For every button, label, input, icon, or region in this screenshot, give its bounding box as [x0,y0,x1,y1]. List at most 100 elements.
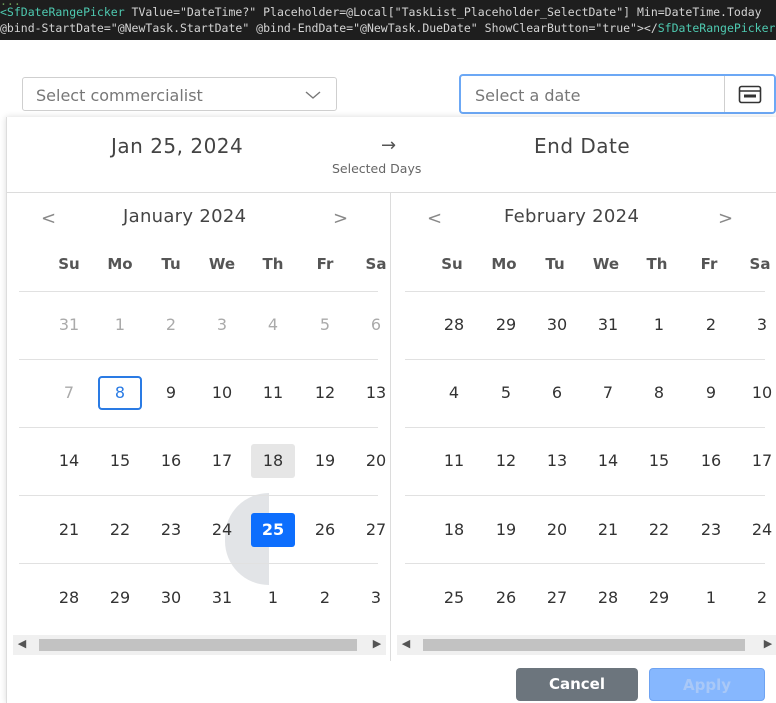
weekday-header: Su [58,255,80,273]
calendar-day: 4 [267,315,279,334]
scroll-right-arrow-icon[interactable]: ▶ [761,637,775,650]
calendar-day[interactable]: 3 [740,308,776,342]
calendar-day-today[interactable]: 8 [98,376,142,410]
calendar-day[interactable]: 29 [98,581,142,615]
calendar-day[interactable]: 21 [47,513,91,547]
calendar-day[interactable]: 9 [149,376,193,410]
calendar-day[interactable]: 8 [637,376,681,410]
selected-days-label: Selected Days [332,161,422,176]
month-title-right[interactable]: February 2024 [504,206,639,227]
calendar-day[interactable]: 15 [637,444,681,478]
calendar-day[interactable]: 10 [200,376,244,410]
calendar-day[interactable]: 12 [484,444,528,478]
prev-month-button-right[interactable]: < [427,208,442,229]
calendar-day[interactable]: 5 [484,376,528,410]
weekday-header: Tu [545,255,565,273]
scroll-right-arrow-icon[interactable]: ▶ [370,637,384,650]
weekday-header: Th [262,255,284,273]
calendar-day[interactable]: 27 [535,581,579,615]
calendar-day[interactable]: 26 [484,581,528,615]
calendar-day[interactable]: 11 [432,444,476,478]
calendar-day[interactable]: 4 [432,376,476,410]
date-range-popup: Jan 25, 2024 → Selected Days End Date < … [6,117,776,703]
weekday-header: Sa [749,255,771,273]
weekday-header: Su [441,255,463,273]
prev-month-button[interactable]: < [41,208,56,229]
start-date-display: Jan 25, 2024 [111,134,244,158]
code-editor-strip: ... <SfDateRangePicker TValue="DateTime?… [0,0,776,40]
calendar-day[interactable]: 19 [303,444,347,478]
calendar-day[interactable]: 1 [637,308,681,342]
weekday-header: Th [646,255,668,273]
calendar-day[interactable]: 7 [586,376,630,410]
code-tag-open: <SfDateRangePicker [0,5,125,19]
calendar-day[interactable]: 23 [689,513,733,547]
calendar-day[interactable]: 1 [251,581,295,615]
calendar-day: 2 [165,315,177,334]
calendar-day[interactable]: 31 [586,308,630,342]
calendar-row-divider [19,359,378,360]
calendar-day[interactable]: 16 [689,444,733,478]
weekday-header: Fr [700,255,718,273]
calendar-day[interactable]: 31 [200,581,244,615]
cancel-button[interactable]: Cancel [516,668,638,701]
calendar-row-divider [405,563,765,564]
left-calendar-scrollbar[interactable]: ◀ ▶ [13,635,386,655]
scrollbar-thumb[interactable] [39,639,357,651]
weekday-header: Tu [161,255,181,273]
calendar-toggle-button[interactable] [724,76,774,112]
calendar-day[interactable]: 30 [535,308,579,342]
calendar-day[interactable]: 21 [586,513,630,547]
apply-button[interactable]: Apply [649,668,765,701]
calendar-day[interactable]: 12 [303,376,347,410]
calendar-day[interactable]: 17 [740,444,776,478]
calendar-day[interactable]: 10 [740,376,776,410]
calendar-day[interactable]: 14 [586,444,630,478]
calendar-day[interactable]: 24 [740,513,776,547]
calendar-day[interactable]: 30 [149,581,193,615]
calendar-day[interactable]: 13 [535,444,579,478]
calendar-day[interactable]: 29 [637,581,681,615]
calendar-day-selected[interactable]: 25 [251,513,295,547]
calendar-day[interactable]: 6 [535,376,579,410]
calendar-day[interactable]: 9 [689,376,733,410]
calendar-day[interactable]: 1 [689,581,733,615]
calendar-day[interactable]: 29 [484,308,528,342]
calendar-day[interactable]: 14 [47,444,91,478]
calendar-day[interactable]: 2 [740,581,776,615]
date-range-input[interactable]: Select a date [459,74,776,114]
calendar-day[interactable]: 22 [98,513,142,547]
scroll-left-arrow-icon[interactable]: ◀ [399,637,413,650]
calendar-day[interactable]: 17 [200,444,244,478]
calendar-day[interactable]: 15 [98,444,142,478]
calendar-day[interactable]: 22 [637,513,681,547]
calendar-day[interactable]: 18 [251,444,295,478]
scrollbar-thumb[interactable] [423,639,745,651]
weekday-header: Sa [365,255,387,273]
calendar-day[interactable]: 11 [251,376,295,410]
calendar-day[interactable]: 23 [149,513,193,547]
calendar-day[interactable]: 20 [535,513,579,547]
calendar-day[interactable]: 28 [586,581,630,615]
calendar-day[interactable]: 26 [303,513,347,547]
calendar-day[interactable]: 18 [432,513,476,547]
next-month-button[interactable]: > [718,208,733,229]
calendar-day[interactable]: 19 [484,513,528,547]
calendar-day[interactable]: 25 [432,581,476,615]
calendar-day[interactable]: 28 [432,308,476,342]
calendar-day[interactable]: 24 [200,513,244,547]
next-month-button-left[interactable]: > [333,208,348,229]
scroll-left-arrow-icon[interactable]: ◀ [15,637,29,650]
calendar-day[interactable]: 2 [303,581,347,615]
calendar-january: < January 2024 > Su Mo Tu We Th Fr Sa 31 1 2 3 4 5 6 7… [7,193,390,633]
calendar-day: 1 [114,315,126,334]
calendar-day[interactable]: 28 [47,581,91,615]
calendar-day[interactable]: 16 [149,444,193,478]
calendar-day[interactable]: 2 [689,308,733,342]
commercialist-select[interactable]: Select commercialist [22,77,337,111]
calendar-row-divider [405,359,765,360]
month-title-left[interactable]: January 2024 [123,206,246,227]
calendar-row-divider [19,563,378,564]
right-calendar-scrollbar[interactable]: ◀ ▶ [397,635,776,655]
calendar-february: < February 2024 > Su Mo Tu We Th Fr Sa 28 29 30 31… [391,193,776,633]
